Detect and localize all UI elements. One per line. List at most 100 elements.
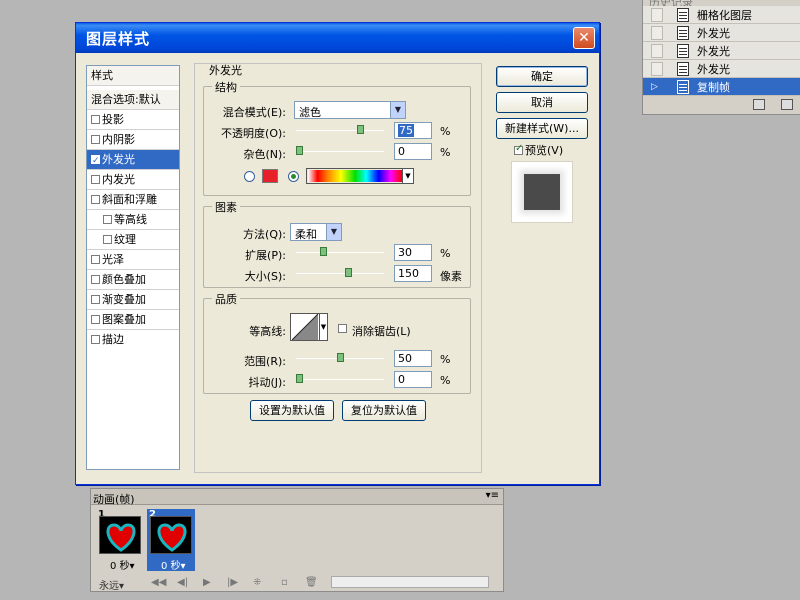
jitter-slider[interactable] bbox=[296, 374, 384, 384]
snapshot-checkbox[interactable] bbox=[651, 25, 663, 40]
slider-thumb[interactable] bbox=[296, 146, 303, 155]
quality-group: 品质 等高线: ▼ 消除锯齿(L) 范围(R): 50 % 抖动(J): 0 % bbox=[203, 291, 471, 394]
loop-select[interactable]: 永远▾ bbox=[99, 577, 124, 592]
style-item-label: 内阴影 bbox=[102, 133, 135, 146]
animation-frame-selected[interactable]: 2 0 秒▾ bbox=[147, 509, 195, 572]
history-item[interactable]: 外发光 bbox=[643, 24, 800, 42]
blend-mode-select[interactable]: 滤色 ▼ bbox=[294, 101, 406, 119]
snapshot-checkbox[interactable] bbox=[651, 43, 663, 58]
preview-toggle[interactable]: ✓ 预览(V) bbox=[514, 142, 563, 158]
style-checkbox[interactable] bbox=[91, 255, 100, 264]
technique-select[interactable]: 柔和 ▼ bbox=[290, 223, 342, 241]
style-item-satin[interactable]: 光泽 bbox=[87, 250, 179, 270]
style-checkbox[interactable] bbox=[91, 195, 100, 204]
delete-frame-icon[interactable]: 🗑 bbox=[305, 577, 318, 588]
preview-checkbox[interactable]: ✓ bbox=[514, 143, 523, 155]
close-button[interactable]: ✕ bbox=[573, 27, 595, 49]
range-input[interactable]: 50 bbox=[394, 350, 432, 367]
play-icon[interactable]: ▶ bbox=[203, 577, 211, 588]
new-style-button[interactable]: 新建样式(W)... bbox=[496, 118, 588, 139]
style-checkbox[interactable] bbox=[103, 215, 112, 224]
chevron-down-icon[interactable]: ▼ bbox=[319, 314, 327, 340]
animation-frame[interactable]: 1 0 秒▾ bbox=[96, 509, 144, 572]
slider-thumb[interactable] bbox=[296, 374, 303, 383]
style-item-texture[interactable]: 纹理 bbox=[87, 230, 179, 250]
history-item-selected[interactable]: ▷ 复制帧 bbox=[643, 78, 800, 96]
style-item-contour[interactable]: 等高线 bbox=[87, 210, 179, 230]
styles-header[interactable]: 样式 bbox=[87, 66, 179, 86]
color-swatch[interactable] bbox=[262, 169, 278, 183]
opacity-slider[interactable] bbox=[296, 125, 384, 135]
history-item[interactable]: 栅格化图层 bbox=[643, 6, 800, 24]
style-item-bevel-emboss[interactable]: 斜面和浮雕 bbox=[87, 190, 179, 210]
close-icon: ✕ bbox=[578, 30, 590, 46]
duplicate-frame-icon[interactable]: ▫ bbox=[281, 577, 288, 588]
tab-animation-frames[interactable]: 动画(帧) bbox=[93, 491, 135, 507]
chevron-down-icon: ▼ bbox=[390, 102, 405, 118]
jitter-input[interactable]: 0 bbox=[394, 371, 432, 388]
style-item-inner-glow[interactable]: 内发光 bbox=[87, 170, 179, 190]
noise-slider[interactable] bbox=[296, 146, 384, 156]
antialias-label[interactable]: 消除锯齿(L) bbox=[352, 323, 411, 339]
history-state-icon bbox=[677, 7, 689, 22]
size-slider[interactable] bbox=[296, 268, 384, 278]
style-preview bbox=[511, 161, 573, 223]
history-item[interactable]: 外发光 bbox=[643, 60, 800, 78]
frames-scrollbar[interactable] bbox=[331, 576, 489, 588]
elements-caption: 图素 bbox=[212, 199, 240, 215]
first-frame-icon[interactable]: ◀◀ bbox=[151, 577, 166, 588]
style-checkbox[interactable] bbox=[103, 235, 112, 244]
noise-label: 杂色(N): bbox=[243, 148, 286, 161]
next-frame-icon[interactable]: |▶ bbox=[227, 577, 238, 588]
panel-menu-icon[interactable]: ▾≡ bbox=[486, 490, 499, 501]
contour-picker[interactable]: ▼ bbox=[290, 313, 328, 341]
frame-delay[interactable]: 0 秒▾ bbox=[161, 557, 186, 572]
chevron-down-icon[interactable]: ▼ bbox=[402, 169, 413, 183]
style-checkbox[interactable] bbox=[91, 335, 100, 344]
tween-icon[interactable]: ⁜ bbox=[253, 577, 261, 588]
cancel-button[interactable]: 取消 bbox=[496, 92, 588, 113]
previous-frame-icon[interactable]: ◀| bbox=[177, 577, 188, 588]
snapshot-checkbox[interactable] bbox=[651, 61, 663, 76]
style-item-stroke[interactable]: 描边 bbox=[87, 330, 179, 350]
style-item-inner-shadow[interactable]: 内阴影 bbox=[87, 130, 179, 150]
slider-thumb[interactable] bbox=[337, 353, 344, 362]
spread-input[interactable]: 30 bbox=[394, 244, 432, 261]
range-slider[interactable] bbox=[296, 353, 384, 363]
opacity-input[interactable]: 75 bbox=[394, 122, 432, 139]
blending-options-item[interactable]: 混合选项:默认 bbox=[87, 90, 179, 110]
style-checkbox-checked[interactable] bbox=[91, 151, 100, 171]
snapshot-checkbox[interactable] bbox=[651, 7, 663, 22]
dialog-titlebar[interactable]: 图层样式 ✕ bbox=[76, 23, 599, 53]
style-checkbox[interactable] bbox=[91, 175, 100, 184]
solid-color-radio[interactable] bbox=[244, 171, 255, 182]
style-item-outer-glow[interactable]: 外发光 bbox=[87, 150, 179, 171]
style-checkbox[interactable] bbox=[91, 295, 100, 304]
style-checkbox[interactable] bbox=[91, 135, 100, 144]
new-document-icon[interactable] bbox=[753, 99, 765, 110]
slider-thumb[interactable] bbox=[345, 268, 352, 277]
slider-thumb[interactable] bbox=[320, 247, 327, 256]
animation-controls: 永远▾ ◀◀ ◀| ▶ |▶ ⁜ ▫ 🗑 bbox=[91, 573, 503, 592]
style-checkbox[interactable] bbox=[91, 315, 100, 324]
spread-slider[interactable] bbox=[296, 247, 384, 257]
style-item-color-overlay[interactable]: 颜色叠加 bbox=[87, 270, 179, 290]
reset-default-button[interactable]: 复位为默认值 bbox=[342, 400, 426, 421]
style-checkbox[interactable] bbox=[91, 115, 100, 124]
frame-delay[interactable]: 0 秒▾ bbox=[110, 557, 135, 572]
gradient-radio[interactable] bbox=[288, 171, 299, 182]
style-item-gradient-overlay[interactable]: 渐变叠加 bbox=[87, 290, 179, 310]
style-item-drop-shadow[interactable]: 投影 bbox=[87, 110, 179, 130]
style-checkbox[interactable] bbox=[91, 275, 100, 284]
size-input[interactable]: 150 bbox=[394, 265, 432, 282]
size-label: 大小(S): bbox=[244, 270, 286, 283]
ok-button[interactable]: 确定 bbox=[496, 66, 588, 87]
antialias-checkbox[interactable] bbox=[338, 324, 347, 333]
style-item-pattern-overlay[interactable]: 图案叠加 bbox=[87, 310, 179, 330]
slider-thumb[interactable] bbox=[357, 125, 364, 134]
history-item[interactable]: 外发光 bbox=[643, 42, 800, 60]
new-snapshot-icon[interactable] bbox=[781, 99, 793, 110]
gradient-picker[interactable]: ▼ bbox=[306, 168, 414, 184]
make-default-button[interactable]: 设置为默认值 bbox=[250, 400, 334, 421]
noise-input[interactable]: 0 bbox=[394, 143, 432, 160]
